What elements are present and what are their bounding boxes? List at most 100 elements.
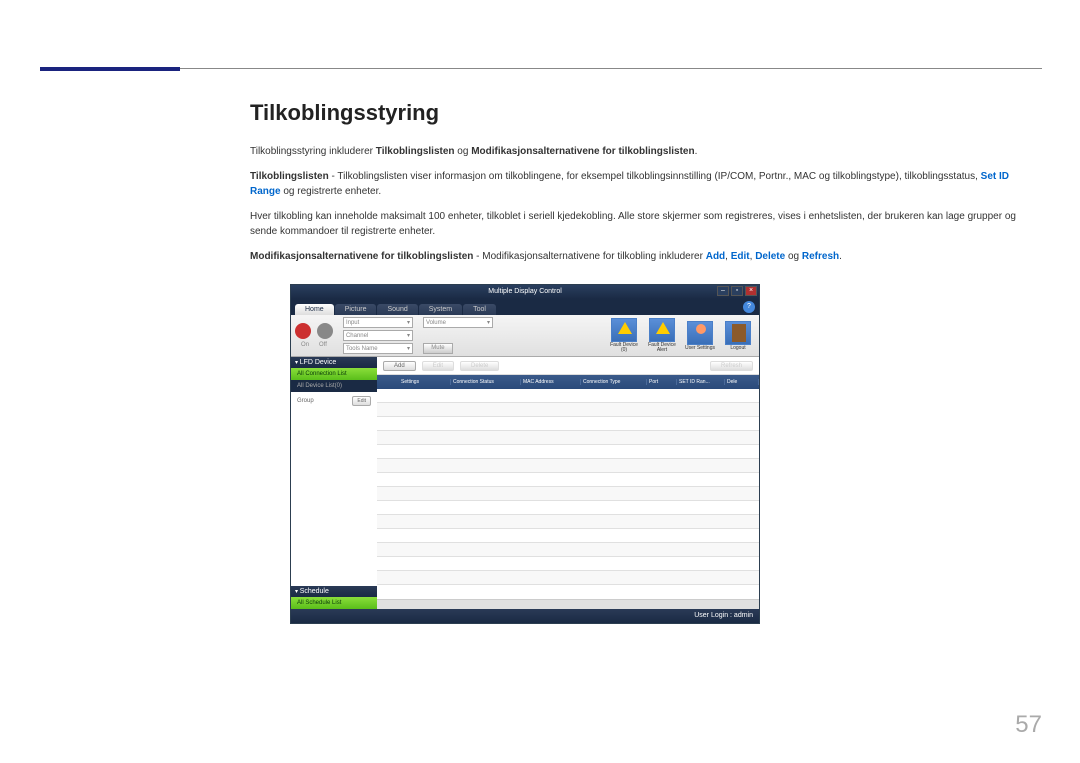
window-buttons: – ▫ × [717, 286, 757, 296]
table-row [377, 431, 759, 445]
paragraph-4: Modifikasjonsalternativene for tilkoblin… [250, 249, 1040, 264]
combo-col-2: Volume ▾ Mute [423, 317, 493, 354]
tab-home[interactable]: Home [295, 304, 334, 315]
warning-icon [656, 322, 670, 334]
sidebar-item-all-connection[interactable]: All Connection List [291, 368, 377, 380]
table-row [377, 459, 759, 473]
sidebar-header-schedule[interactable]: Schedule [291, 586, 377, 597]
status-bar: User Login : admin [291, 609, 759, 623]
label: Channel [346, 333, 368, 339]
table-row [377, 487, 759, 501]
text-bold: Tilkoblingslisten [250, 171, 329, 182]
channel-combo[interactable]: Channel▾ [343, 330, 413, 341]
paragraph-1: Tilkoblingsstyring inkluderer Tilkobling… [250, 144, 1040, 159]
sidebar-item-all-device[interactable]: All Device List(0) [291, 380, 377, 392]
sidebar: LFD Device All Connection List All Devic… [291, 357, 377, 609]
page-number: 57 [1015, 711, 1042, 739]
tab-sound[interactable]: Sound [377, 304, 417, 315]
text-bold: Tilkoblingslisten [376, 146, 455, 157]
minimize-button[interactable]: – [717, 286, 729, 296]
mute-button[interactable]: Mute [423, 343, 453, 354]
fault-alert-button[interactable]: Fault Device Alert [645, 318, 679, 353]
power-group: On Off [295, 323, 333, 348]
table-row [377, 445, 759, 459]
ribbon: On Off Input▾ Channel▾ Tools Name▾ Volum… [291, 315, 759, 357]
close-button[interactable]: × [745, 286, 757, 296]
group-edit-button[interactable]: Edit [352, 396, 371, 406]
status-text: User Login : admin [694, 612, 753, 619]
tab-system[interactable]: System [419, 304, 462, 315]
label: Input [346, 320, 359, 326]
window-titlebar: Multiple Display Control – ▫ × [291, 285, 759, 299]
main-panel: Add Edit Delete Refresh Settings Connect… [377, 357, 759, 609]
col-mac[interactable]: MAC Address [521, 379, 581, 385]
person-icon [696, 324, 706, 334]
sidebar-whitespace [291, 410, 377, 586]
sidebar-item-all-schedule[interactable]: All Schedule List [291, 597, 377, 609]
sidebar-group-row: Group Edit [291, 392, 377, 410]
group-label: Group [297, 398, 314, 404]
tab-bar: Home Picture Sound System Tool ? [291, 299, 759, 315]
chevron-down-icon: ▾ [407, 319, 410, 326]
input-combo[interactable]: Input ▾ [343, 317, 413, 328]
power-on-icon[interactable] [295, 323, 311, 339]
warning-icon [618, 322, 632, 334]
table-header: Settings Connection Status MAC Address C… [377, 375, 759, 389]
add-button[interactable]: Add [383, 361, 416, 371]
tab-picture[interactable]: Picture [335, 304, 377, 315]
table-row [377, 417, 759, 431]
label: Logout [721, 346, 755, 351]
col-port[interactable]: Port [647, 379, 677, 385]
text: . [839, 251, 842, 262]
table-row [377, 529, 759, 543]
sidebar-header-lfd[interactable]: LFD Device [291, 357, 377, 368]
tools-combo[interactable]: Tools Name ▾ [343, 343, 413, 354]
text: og [455, 146, 472, 157]
col-connstatus[interactable]: Connection Status [451, 379, 521, 385]
table-row [377, 515, 759, 529]
tab-tool[interactable]: Tool [463, 304, 496, 315]
power-on-label: On [301, 342, 309, 348]
text: Hver tilkobling kan inneholde maksimalt … [250, 211, 1016, 237]
app-screenshot: Multiple Display Control – ▫ × Home Pict… [290, 284, 760, 624]
paragraph-3: Hver tilkobling kan inneholde maksimalt … [250, 209, 1040, 239]
edit-button[interactable]: Edit [422, 361, 454, 371]
chevron-down-icon: ▾ [407, 345, 410, 352]
volume-combo[interactable]: Volume ▾ [423, 317, 493, 328]
fault-device-button[interactable]: Fault Device (0) [607, 318, 641, 353]
col-setid[interactable]: SET ID Ran... [677, 379, 725, 385]
help-icon[interactable]: ? [743, 301, 755, 313]
window-title: Multiple Display Control [488, 288, 562, 295]
label: User Settings [683, 346, 717, 351]
toolbar: Add Edit Delete Refresh [377, 357, 759, 375]
label: Tools Name [346, 346, 378, 352]
link-refresh: Refresh [802, 251, 839, 262]
paragraph-2: Tilkoblingslisten - Tilkoblingslisten vi… [250, 169, 1040, 199]
text: Tilkoblingsstyring inkluderer [250, 146, 376, 157]
label: Fault Device (0) [607, 343, 641, 353]
col-conntype[interactable]: Connection Type [581, 379, 647, 385]
power-off-icon[interactable] [317, 323, 333, 339]
header-accent [40, 67, 180, 71]
text: og [785, 251, 802, 262]
maximize-button[interactable]: ▫ [731, 286, 743, 296]
text: . [695, 146, 698, 157]
label: Volume [426, 320, 446, 326]
text-bold: Modifikasjonsalternativene for tilkoblin… [250, 251, 473, 262]
header-divider [40, 68, 1042, 69]
label: Fault Device Alert [645, 343, 679, 353]
col-dele[interactable]: Dele [725, 379, 759, 385]
logout-button[interactable]: Logout [721, 321, 755, 351]
combo-col-1: Input ▾ Channel▾ Tools Name ▾ [343, 317, 413, 354]
delete-button[interactable]: Delete [460, 361, 499, 371]
refresh-button[interactable]: Refresh [710, 361, 753, 371]
power-off-label: Off [319, 342, 327, 348]
col-settings[interactable]: Settings [399, 379, 451, 385]
horizontal-scrollbar[interactable] [377, 599, 759, 609]
table-row [377, 389, 759, 403]
table-grid [377, 389, 759, 599]
table-row [377, 473, 759, 487]
user-settings-button[interactable]: User Settings [683, 321, 717, 351]
table-row [377, 403, 759, 417]
chevron-down-icon: ▾ [487, 319, 490, 326]
